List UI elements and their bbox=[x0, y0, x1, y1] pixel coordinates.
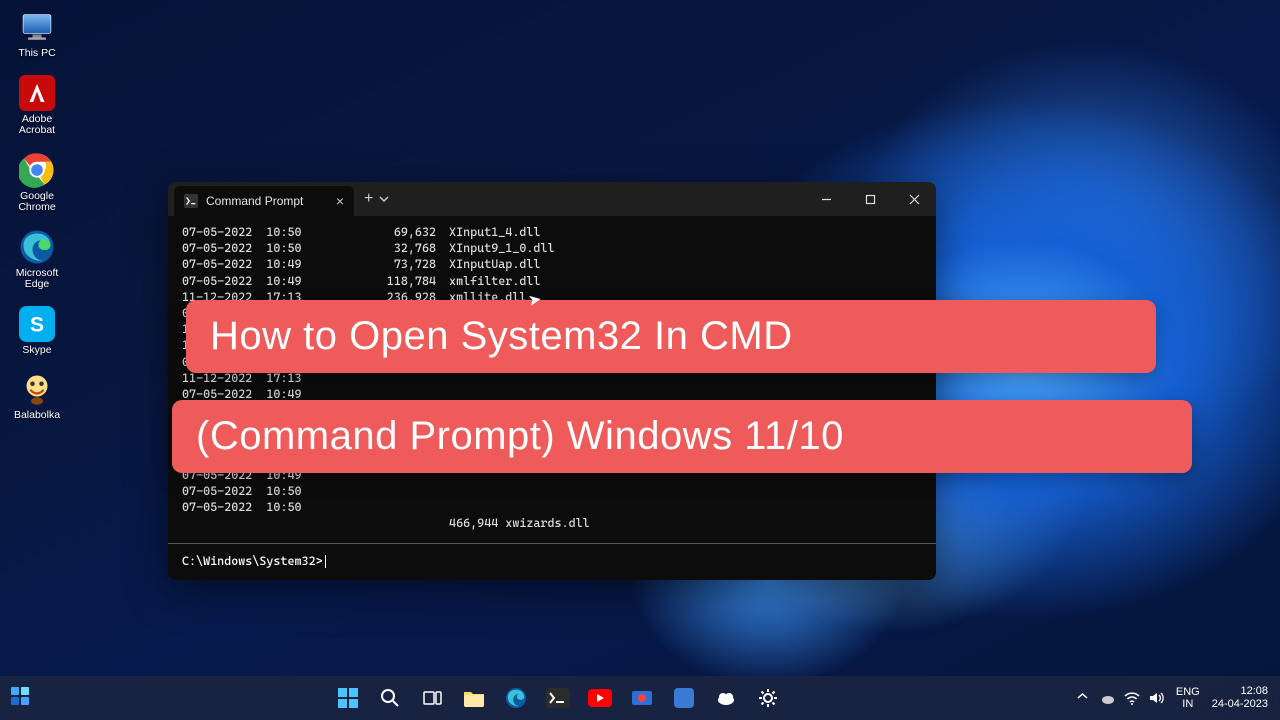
taskbar-screenrec[interactable] bbox=[623, 679, 661, 717]
desktop-icon-label: Google Chrome bbox=[7, 191, 67, 214]
clock-time: 12:08 bbox=[1212, 685, 1268, 698]
system-tray[interactable] bbox=[1100, 690, 1164, 706]
tab-close-icon[interactable]: × bbox=[336, 193, 344, 209]
close-button[interactable] bbox=[892, 182, 936, 216]
cursor-icon bbox=[325, 555, 326, 568]
widgets-button[interactable] bbox=[10, 686, 30, 711]
terminal-titlebar[interactable]: Command Prompt × + bbox=[168, 182, 936, 216]
command-prompt-window[interactable]: Command Prompt × + 07-05-2022 10:5069,63… bbox=[168, 182, 936, 580]
desktop-icon-label: Microsoft Edge bbox=[7, 268, 67, 291]
chrome-icon bbox=[18, 151, 56, 189]
overlay-title-1: How to Open System32 In CMD bbox=[186, 300, 1156, 373]
taskbar-edge[interactable] bbox=[497, 679, 535, 717]
record-icon bbox=[631, 687, 653, 709]
edge-icon bbox=[505, 687, 527, 709]
overlay-title-2: (Command Prompt) Windows 11/10 bbox=[172, 400, 1192, 473]
task-view-button[interactable] bbox=[413, 679, 451, 717]
desktop-icon-skype[interactable]: S Skype bbox=[6, 305, 68, 357]
taskbar-clock[interactable]: 12:08 24-04-2023 bbox=[1212, 685, 1268, 710]
search-icon bbox=[380, 688, 400, 708]
cmd-icon bbox=[184, 194, 198, 208]
task-view-icon bbox=[422, 688, 442, 708]
onedrive-icon bbox=[1100, 690, 1116, 706]
chevron-down-icon bbox=[379, 194, 389, 204]
widgets-icon bbox=[10, 686, 30, 706]
language-indicator[interactable]: ENG IN bbox=[1176, 686, 1200, 710]
minimize-button[interactable] bbox=[804, 182, 848, 216]
start-button[interactable] bbox=[329, 679, 367, 717]
desktop-icon-balabolka[interactable]: Balabolka bbox=[6, 370, 68, 422]
terminal-row: 07-05-2022 10:50 bbox=[182, 483, 922, 499]
tray-chevron-up-icon[interactable] bbox=[1077, 691, 1088, 705]
adobe-acrobat-icon bbox=[18, 74, 56, 112]
skype-icon: S bbox=[18, 305, 56, 343]
terminal-prompt-line[interactable]: C:\Windows\System32> bbox=[168, 543, 936, 580]
this-pc-icon bbox=[18, 8, 56, 46]
tab-title: Command Prompt bbox=[206, 194, 303, 208]
maximize-button[interactable] bbox=[848, 182, 892, 216]
balabolka-icon bbox=[18, 370, 56, 408]
terminal-row: 07-05-2022 10:49118,784 xmlfilter.dll bbox=[182, 273, 922, 289]
terminal-icon bbox=[546, 688, 570, 708]
terminal-row: 07-05-2022 10:5032,768 XInput9_1_0.dll bbox=[182, 240, 922, 256]
cloud-icon bbox=[716, 688, 736, 708]
taskbar-settings[interactable] bbox=[749, 679, 787, 717]
desktop-icon-this-pc[interactable]: This PC bbox=[6, 8, 68, 60]
taskbar-explorer[interactable] bbox=[455, 679, 493, 717]
wifi-icon bbox=[1124, 690, 1140, 706]
desktop-icon-label: Adobe Acrobat bbox=[7, 114, 67, 137]
new-tab-button[interactable]: + bbox=[354, 190, 399, 208]
taskbar[interactable]: ENG IN 12:08 24-04-2023 bbox=[0, 676, 1280, 720]
volume-icon bbox=[1148, 690, 1164, 706]
taskbar-app-1[interactable] bbox=[665, 679, 703, 717]
taskbar-youtube[interactable] bbox=[581, 679, 619, 717]
gear-icon bbox=[758, 688, 778, 708]
desktop-icon-label: Skype bbox=[22, 345, 51, 357]
svg-text:S: S bbox=[30, 313, 44, 336]
desktop-icon-label: This PC bbox=[18, 48, 55, 60]
taskbar-terminal[interactable] bbox=[539, 679, 577, 717]
terminal-tab[interactable]: Command Prompt × bbox=[174, 186, 354, 216]
terminal-row: 07-05-2022 10:50 bbox=[182, 499, 922, 515]
clock-date: 24-04-2023 bbox=[1212, 698, 1268, 711]
desktop-icon-microsoft-edge[interactable]: Microsoft Edge bbox=[6, 228, 68, 291]
file-explorer-icon bbox=[463, 688, 485, 708]
terminal-row: 07-05-2022 10:4973,728 XInputUap.dll bbox=[182, 256, 922, 272]
windows-icon bbox=[337, 687, 359, 709]
taskbar-app-2[interactable] bbox=[707, 679, 745, 717]
desktop-icon-adobe-acrobat[interactable]: Adobe Acrobat bbox=[6, 74, 68, 137]
edge-icon bbox=[18, 228, 56, 266]
desktop-icon-label: Balabolka bbox=[14, 410, 60, 422]
plus-icon: + bbox=[364, 190, 373, 208]
prompt-text: C:\Windows\System32> bbox=[182, 554, 323, 568]
terminal-output[interactable]: 07-05-2022 10:5069,632 XInput1_4.dll07-0… bbox=[168, 216, 936, 542]
youtube-icon bbox=[588, 689, 612, 707]
terminal-row: 07-05-2022 10:5069,632 XInput1_4.dll bbox=[182, 224, 922, 240]
terminal-row: 466,944 xwizards.dll bbox=[182, 515, 922, 531]
search-button[interactable] bbox=[371, 679, 409, 717]
desktop-icons: This PC Adobe Acrobat Google Chrome Micr… bbox=[6, 8, 68, 422]
window-controls bbox=[804, 182, 936, 216]
app-icon bbox=[674, 688, 694, 708]
desktop-icon-google-chrome[interactable]: Google Chrome bbox=[6, 151, 68, 214]
